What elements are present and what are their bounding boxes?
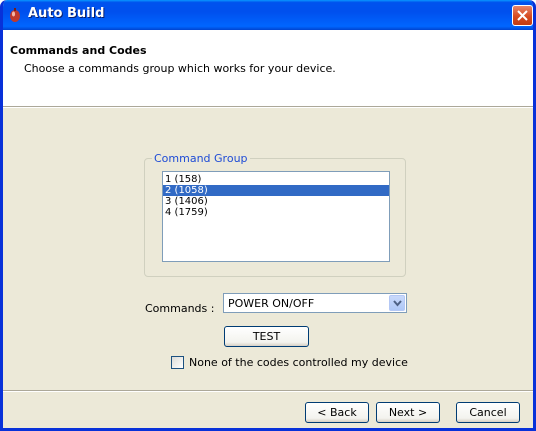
command-group-list[interactable]: 1 (158) 2 (1058) 3 (1406) 4 (1759) (162, 171, 390, 262)
none-controlled-label[interactable]: None of the codes controlled my device (189, 356, 408, 369)
list-item-3[interactable]: 3 (1406) (163, 196, 389, 207)
auto-build-window: Auto Build Commands and Codes Choose a c… (0, 0, 536, 431)
close-button[interactable] (512, 5, 533, 26)
command-group-legend: Command Group (152, 152, 250, 165)
commands-selected-value: POWER ON/OFF (228, 297, 315, 310)
next-button[interactable]: Next > (376, 402, 440, 423)
back-button[interactable]: < Back (305, 402, 369, 423)
list-item-2[interactable]: 2 (1058) (163, 185, 389, 196)
app-icon (10, 8, 20, 22)
list-item-1[interactable]: 1 (158) (163, 174, 389, 185)
header-divider (3, 106, 533, 108)
cancel-button[interactable]: Cancel (456, 402, 520, 423)
window-title: Auto Build (28, 6, 105, 21)
commands-dropdown[interactable]: POWER ON/OFF (223, 293, 407, 313)
page-title: Commands and Codes (10, 44, 147, 57)
page-subtitle: Choose a commands group which works for … (24, 62, 336, 75)
dropdown-arrow-button[interactable] (389, 295, 405, 311)
title-bar[interactable]: Auto Build (3, 0, 533, 30)
chevron-down-icon (393, 300, 402, 307)
none-controlled-checkbox[interactable] (171, 356, 184, 369)
close-icon (517, 10, 528, 21)
list-item-4[interactable]: 4 (1759) (163, 207, 389, 218)
test-button[interactable]: TEST (224, 326, 309, 347)
footer-divider (3, 390, 533, 392)
commands-label: Commands : (145, 302, 215, 315)
wizard-header: Commands and Codes Choose a commands gro… (3, 30, 533, 106)
